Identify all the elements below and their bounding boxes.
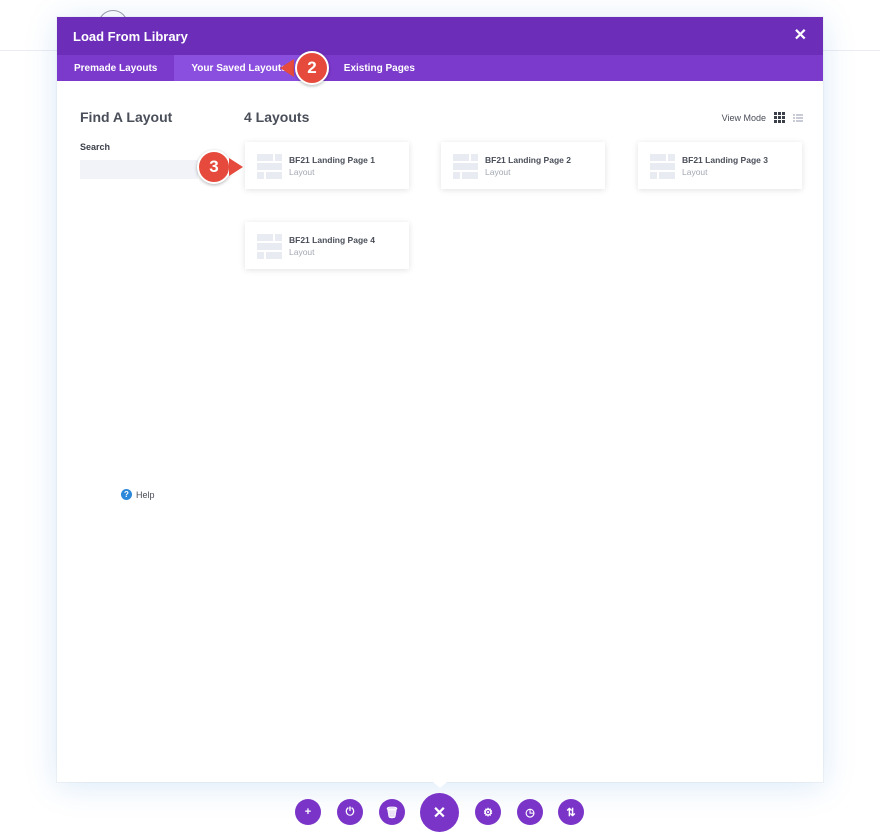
gear-icon[interactable]: ⚙: [475, 799, 501, 825]
close-icon[interactable]: ✕: [794, 28, 807, 44]
add-icon[interactable]: +: [295, 799, 321, 825]
grid-view-icon[interactable]: [774, 112, 785, 123]
tab-premade-layouts[interactable]: Premade Layouts: [57, 55, 174, 81]
layout-thumbnail-icon: [257, 234, 282, 259]
layout-card[interactable]: BF21 Landing Page 3 Layout: [638, 142, 802, 189]
layout-card-type: Layout: [289, 167, 315, 177]
layout-card[interactable]: BF21 Landing Page 1 Layout: [245, 142, 409, 189]
search-label: Search: [80, 142, 111, 152]
history-icon[interactable]: ◷: [517, 799, 543, 825]
layout-card[interactable]: BF21 Landing Page 4 Layout: [245, 222, 409, 269]
layout-card-name: BF21 Landing Page 3: [682, 155, 768, 165]
sort-icon[interactable]: ⇅: [558, 799, 584, 825]
callout-badge-3: 3: [197, 150, 231, 184]
trash-icon[interactable]: 🗑: [379, 799, 405, 825]
layout-thumbnail-icon: [257, 154, 282, 179]
layout-card[interactable]: BF21 Landing Page 2 Layout: [441, 142, 605, 189]
layout-thumbnail-icon: [453, 154, 478, 179]
modal-header: Load From Library ✕: [57, 17, 823, 55]
list-view-icon[interactable]: [793, 113, 803, 122]
view-mode: View Mode: [722, 112, 803, 123]
help-icon: ?: [121, 489, 132, 500]
layout-card-name: BF21 Landing Page 1: [289, 155, 375, 165]
power-icon[interactable]: ⏻: [337, 799, 363, 825]
layout-thumbnail-icon: [650, 154, 675, 179]
callout-arrow: [280, 59, 294, 77]
find-layout-title: Find A Layout: [80, 109, 173, 125]
layout-card-type: Layout: [485, 167, 511, 177]
layout-card-type: Layout: [289, 247, 315, 257]
search-input[interactable]: [80, 160, 198, 179]
library-modal: Load From Library ✕ Premade Layouts Your…: [57, 17, 823, 782]
callout-badge-2: 2: [295, 51, 329, 85]
layout-count-title: 4 Layouts: [244, 109, 310, 125]
modal-body: Find A Layout Search ? Help 4 Layouts Vi…: [57, 81, 823, 782]
view-mode-label: View Mode: [721, 112, 766, 123]
layout-card-name: BF21 Landing Page 2: [485, 155, 571, 165]
help-link[interactable]: ? Help: [121, 489, 155, 500]
layout-card-type: Layout: [682, 167, 708, 177]
tab-bar: Premade Layouts Your Saved Layouts Exist…: [57, 55, 823, 81]
modal-notch: [433, 782, 447, 788]
help-label: Help: [136, 489, 155, 500]
modal-title: Load From Library: [73, 28, 188, 44]
callout-arrow: [229, 158, 243, 176]
layout-card-name: BF21 Landing Page 4: [289, 235, 375, 245]
close-builder-icon[interactable]: ✕: [420, 793, 459, 832]
